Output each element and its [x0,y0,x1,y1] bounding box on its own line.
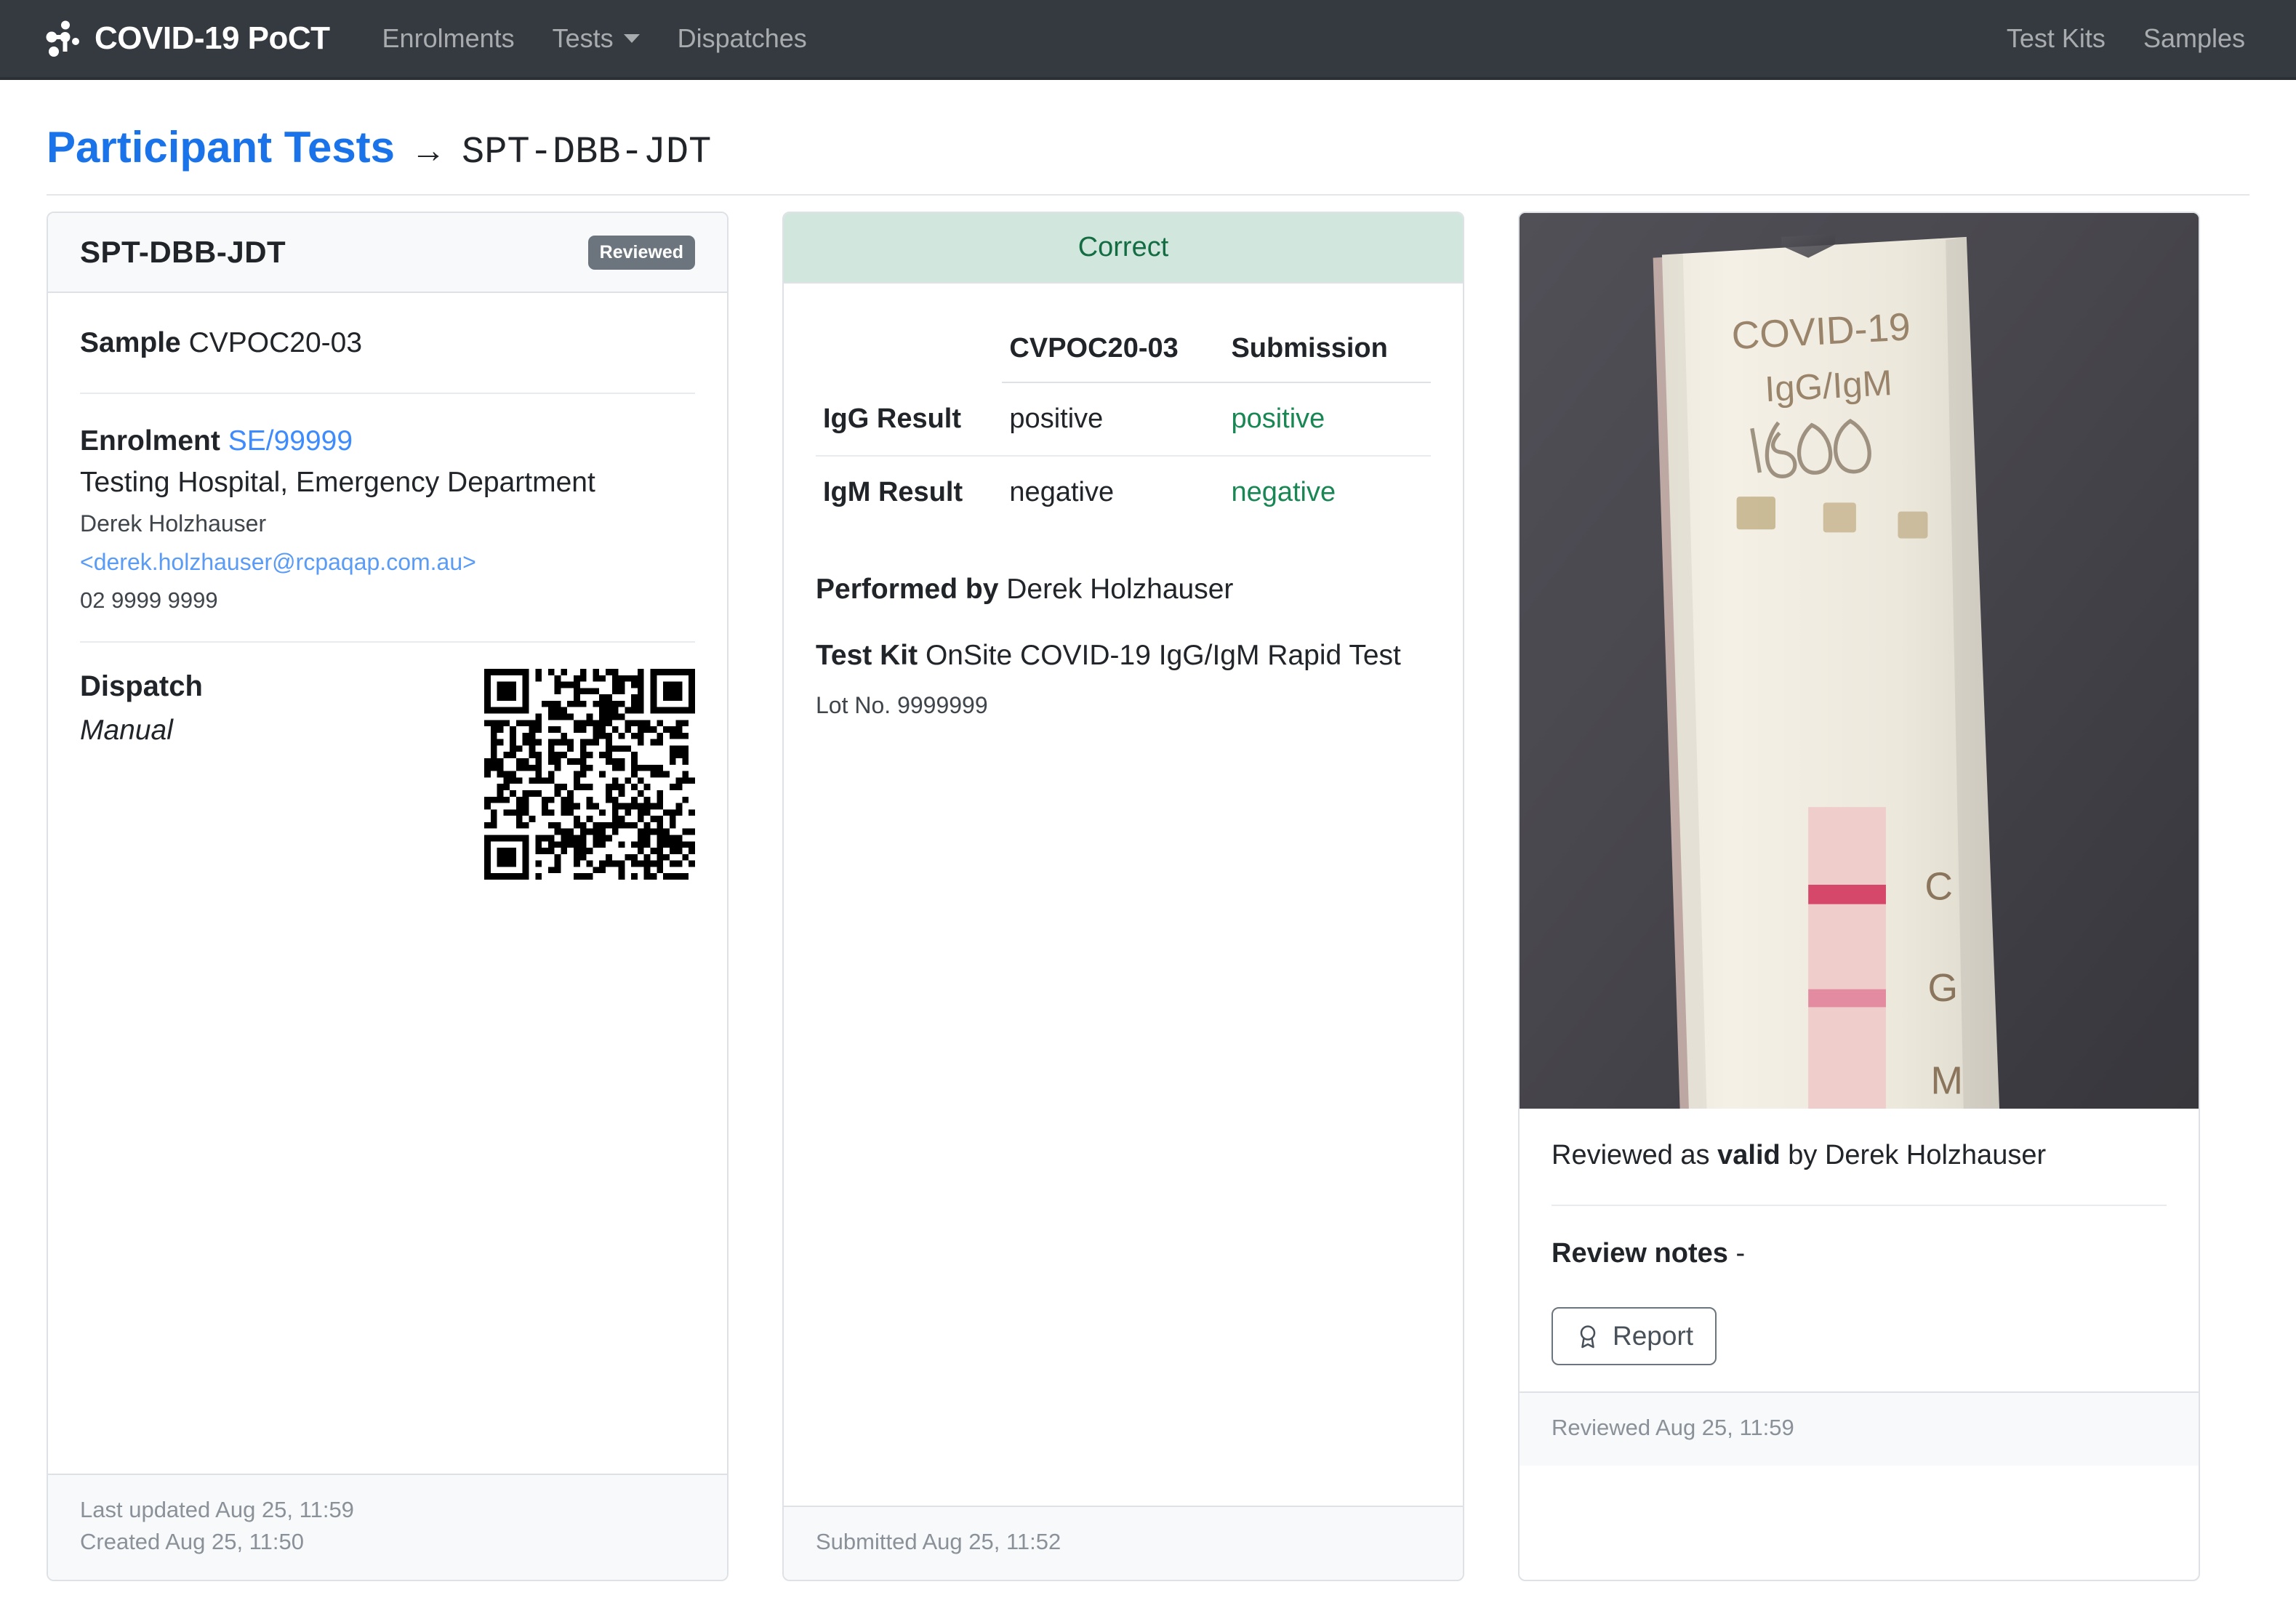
test-cassette-photo[interactable]: COVID-19 IgG/IgM C G M [1520,213,2199,1109]
review-prefix: Reviewed as [1552,1140,1718,1170]
performed-by-row: Performed by Derek Holzhauser [816,569,1431,611]
results-table: CVPOC20-03 Submission IgG Result positiv… [816,313,1431,529]
submission-card-footer: Submitted Aug 25, 11:52 [784,1505,1463,1580]
dispatch-label: Dispatch [80,670,203,702]
col-header-submission: Submission [1224,313,1431,383]
svg-text:G: G [1927,967,1958,1010]
table-header-row: CVPOC20-03 Submission [816,313,1431,383]
section-divider-1 [80,392,695,394]
table-row: IgG Result positive positive [816,382,1431,457]
nav-link-test-kits[interactable]: Test Kits [1988,23,2124,54]
page-title-code: SPT-DBB-JDT [462,131,712,174]
nav-link-dispatches[interactable]: Dispatches [659,23,826,54]
row-label-igg: IgG Result [816,382,1003,457]
dispatch-section: Dispatch Manual [80,669,695,880]
enrolment-contact-email[interactable]: <derek.holzhauser@rcpaqap.com.au> [80,549,476,575]
enrolment-label: Enrolment [80,425,220,457]
submission-card: Correct CVPOC20-03 Submission IgG Result… [782,212,1464,1581]
nav-link-enrolments[interactable]: Enrolments [364,23,534,54]
enrolment-organisation: Testing Hospital, Emergency Department [80,467,595,498]
report-button[interactable]: Report [1552,1307,1717,1365]
col-header-expected: CVPOC20-03 [1002,313,1224,383]
reviewed-text: Reviewed Aug 25, 11:59 [1552,1415,1794,1440]
submission-meta: Performed by Derek Holzhauser Test Kit O… [816,569,1431,719]
qr-code-icon[interactable] [484,669,695,880]
participant-test-card: SPT-DBB-JDT Reviewed Sample CVPOC20-03 E… [47,212,728,1581]
last-updated-text: Last updated Aug 25, 11:59 [80,1496,354,1522]
review-card: COVID-19 IgG/IgM C G M Reviewed as valid… [1518,212,2200,1581]
test-kit-row: Test Kit OnSite COVID-19 IgG/IgM Rapid T… [816,635,1431,677]
primary-nav: Enrolments Tests Dispatches [364,23,826,54]
enrolment-contact-name: Derek Holzhauser [80,510,267,537]
nav-link-samples[interactable]: Samples [2124,23,2264,54]
brand-title: COVID-19 PoCT [95,20,330,56]
performed-by-label: Performed by [816,574,999,605]
submitted-text: Submitted Aug 25, 11:52 [816,1528,1061,1554]
review-notes-row: Review notes - [1552,1238,2167,1269]
table-row: IgM Result negative negative [816,456,1431,529]
review-card-footer: Reviewed Aug 25, 11:59 [1520,1391,2199,1466]
performed-by-value: Derek Holzhauser [1006,574,1234,605]
report-button-label: Report [1613,1321,1694,1351]
arrow-right-icon: → [411,132,446,170]
participant-test-card-body: Sample CVPOC20-03 Enrolment SE/99999 Tes… [48,293,727,1474]
participant-test-card-footer: Last updated Aug 25, 11:59 Created Aug 2… [48,1473,727,1580]
enrolment-contact-email-wrap: <derek.holzhauser@rcpaqap.com.au> [80,549,695,576]
award-badge-icon [1575,1323,1601,1349]
nav-dropdown-tests-label: Tests [552,23,614,53]
submission-status-text: Correct [1077,232,1169,262]
submission-card-body: CVPOC20-03 Submission IgG Result positiv… [784,284,1463,1506]
molecule-nodes-icon [44,20,81,57]
test-code-title: SPT-DBB-JDT [80,235,286,269]
test-kit-value: OnSite COVID-19 IgG/IgM Rapid Test [925,639,1401,671]
created-text: Created Aug 25, 11:50 [80,1528,304,1554]
review-verdict: valid [1717,1140,1781,1170]
submission-card-header: Correct [784,213,1463,284]
participant-test-card-header: SPT-DBB-JDT Reviewed [48,213,727,293]
test-kit-label: Test Kit [816,639,918,671]
lot-number-text: Lot No. 9999999 [816,692,988,719]
igm-submitted-value: negative [1231,477,1336,507]
igg-expected-value: positive [1002,382,1224,457]
igg-submitted-value: positive [1224,382,1431,457]
sample-label: Sample [80,327,181,358]
breadcrumb: Participant Tests → SPT-DBB-JDT [47,122,2249,174]
col-header-blank [816,313,1002,382]
svg-text:IgG/IgM: IgG/IgM [1764,363,1893,409]
breadcrumb-link-participant-tests[interactable]: Participant Tests [47,122,395,172]
row-label-igm: IgM Result [823,477,963,507]
nav-dropdown-tests[interactable]: Tests [534,23,659,54]
brand[interactable]: COVID-19 PoCT [44,20,330,57]
igm-expected-value: negative [1009,477,1115,507]
enrolment-contact-phone: 02 9999 9999 [80,587,218,613]
svg-text:C: C [1924,866,1953,909]
review-divider [1552,1205,2167,1206]
svg-text:M: M [1931,1059,1963,1102]
enrolment-link[interactable]: SE/99999 [228,425,353,457]
top-navbar: COVID-19 PoCT Enrolments Tests Dispatche… [0,0,2296,80]
enrolment-row: Enrolment SE/99999 [80,420,695,463]
review-card-body: Reviewed as valid by Derek Holzhauser Re… [1520,1109,2199,1391]
review-verdict-line: Reviewed as valid by Derek Holzhauser [1552,1140,2167,1171]
sample-value: CVPOC20-03 [188,327,363,358]
sample-row: Sample CVPOC20-03 [80,322,695,365]
review-suffix: by Derek Holzhauser [1780,1140,2047,1170]
section-divider-2 [80,641,695,643]
results-table-body: IgG Result positive positive IgM Result … [816,382,1431,529]
status-badge: Reviewed [587,235,695,270]
review-notes-label: Review notes [1552,1238,1728,1269]
caret-down-icon [623,34,640,43]
cards-row: SPT-DBB-JDT Reviewed Sample CVPOC20-03 E… [0,196,2296,1581]
secondary-nav: Test Kits Samples [1988,23,2264,54]
results-table-head: CVPOC20-03 Submission [816,313,1431,383]
review-notes-value: - [1735,1238,1746,1269]
page-header: Participant Tests → SPT-DBB-JDT [0,80,2296,174]
dispatch-mode: Manual [80,715,173,746]
